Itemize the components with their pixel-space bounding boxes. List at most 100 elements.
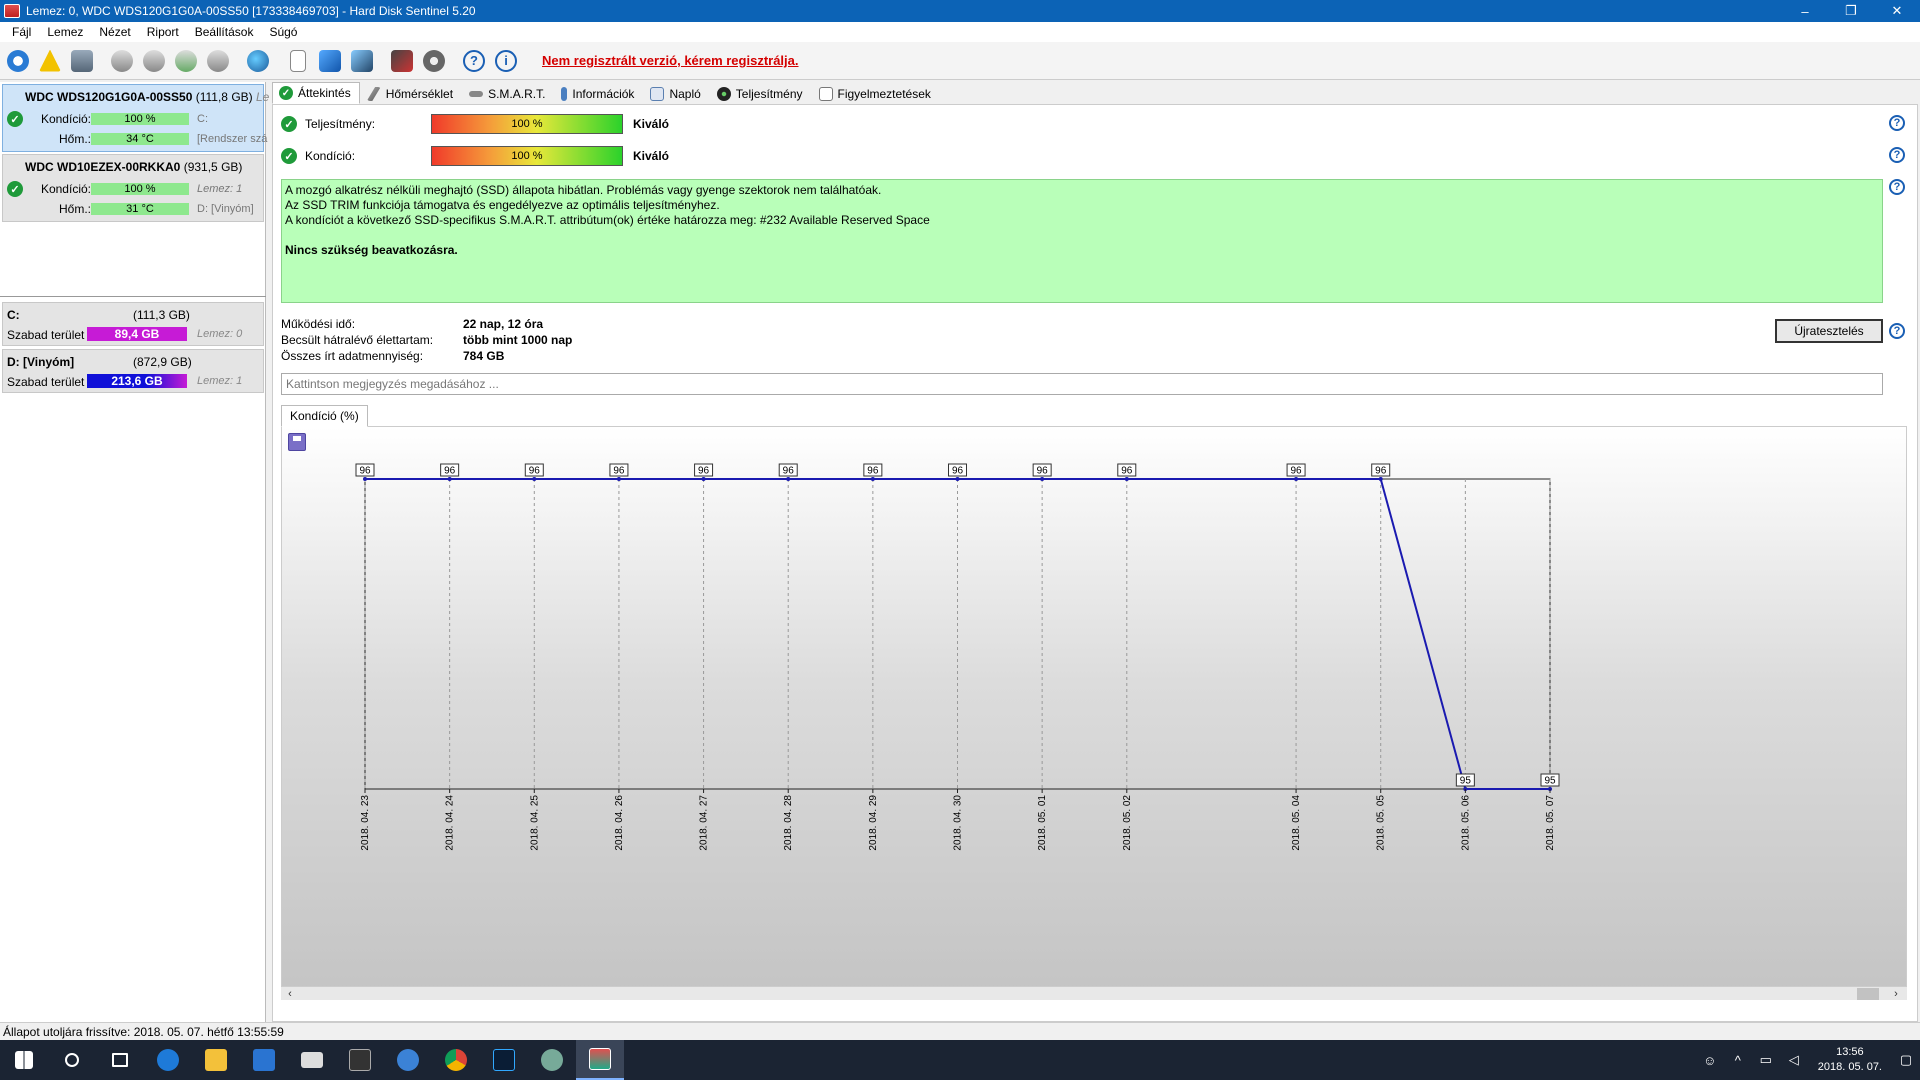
check-icon: ✓ [281,116,297,132]
x-tick-label: 2018. 04. 30 [953,795,964,851]
status-action: Nincs szükség beavatkozásra. [285,243,458,257]
temp-bar: 31 °C [91,203,189,215]
settings-button[interactable] [420,47,448,75]
volume-icon[interactable]: ◁ [1783,1052,1805,1068]
document-button[interactable] [284,47,312,75]
tab-log[interactable]: Napló [643,84,709,104]
performance-label: Teljesítmény: [305,117,376,131]
performance-row: ✓ Teljesítmény: 100 % Kiváló [281,113,669,135]
free-space-label: Szabad terület [7,328,85,342]
close-button[interactable]: ✕ [1874,0,1920,22]
taskbar-store[interactable] [240,1040,288,1080]
task-view-button[interactable] [96,1040,144,1080]
volume-capacity: (872,9 GB) [133,355,192,369]
menu-file[interactable]: Fájl [4,25,39,39]
data-point [870,477,875,481]
condition-label: Kondíció: [305,149,356,163]
network-button[interactable] [348,47,376,75]
chevron-up-icon[interactable]: ^ [1727,1053,1749,1068]
log-icon [650,87,665,101]
written-value: 784 GB [463,349,505,363]
disk-tool-button-1[interactable] [108,47,136,75]
minimize-button[interactable]: – [1782,0,1828,22]
disk-tool-button-3[interactable] [172,47,200,75]
report-button[interactable] [68,47,96,75]
taskbar-qbittorrent[interactable] [384,1040,432,1080]
taskbar-edge[interactable] [144,1040,192,1080]
x-tick-label: 2018. 05. 06 [1460,795,1471,851]
refresh-button[interactable] [4,47,32,75]
disk-list-pane: WDC WDS120G1G0A-00SS50 (111,8 GB) Le ✓ K… [0,82,269,1022]
free-space-bar: 213,6 GB [87,374,187,388]
people-icon[interactable]: ☺ [1699,1053,1721,1068]
about-button[interactable]: i [492,47,520,75]
disk-card-1[interactable]: WDC WD10EZEX-00RKKA0 (931,5 GB) ✓ Kondíc… [2,154,264,222]
unregistered-link[interactable]: Nem regisztrált verzió, kérem regisztrál… [542,53,799,68]
taskbar-mail[interactable] [288,1040,336,1080]
notification-icon[interactable]: ▢ [1895,1052,1917,1068]
menu-view[interactable]: Nézet [91,25,138,39]
search-button[interactable] [48,1040,96,1080]
chart-scrollbar[interactable]: ‹ › [281,986,1907,1000]
overview-panel: ✓ Teljesítmény: 100 % Kiváló ✓ Kondíció:… [272,104,1918,1022]
condition-rating: Kiváló [633,149,670,163]
app-icon [4,4,20,18]
menu-report[interactable]: Riport [139,25,187,39]
help-button[interactable]: ? [460,47,488,75]
disk-index: Lemez: 1 [197,183,243,195]
disk-wrench-icon [207,49,229,72]
retest-button[interactable]: Újratesztelés [1775,319,1883,343]
menu-help[interactable]: Súgó [261,25,305,39]
written-label: Összes írt adatmennyiség: [281,349,424,363]
check-icon: ✓ [7,181,23,197]
status-line: A kondíciót a következő SSD-specifikus S… [285,213,930,227]
data-point [532,477,537,481]
search-icon [65,1053,79,1067]
disk-surface-icon [143,49,165,72]
restore-button[interactable]: ❐ [1828,0,1874,22]
menu-settings[interactable]: Beállítások [187,25,262,39]
status-help-icon[interactable]: ? [1889,179,1905,195]
disk-tool-button-2[interactable] [140,47,168,75]
alert-button[interactable] [36,47,64,75]
data-point [447,477,452,481]
taskbar-hdsentinel[interactable] [576,1040,624,1080]
taskbar-photoshop[interactable] [480,1040,528,1080]
condition-help-icon[interactable]: ? [1889,147,1905,163]
start-button[interactable] [0,1040,48,1080]
scroll-left-icon[interactable]: ‹ [283,987,297,1001]
volume-card-d[interactable]: D: [Vinyóm] (872,9 GB) Szabad terület 21… [2,349,264,393]
performance-button[interactable] [388,47,416,75]
tab-condition-chart[interactable]: Kondíció (%) [281,405,368,427]
tab-alerts[interactable]: Figyelmeztetések [812,84,940,104]
tab-overview[interactable]: ✓ Áttekintés [272,82,360,104]
scroll-thumb[interactable] [1857,988,1879,1000]
disk-ok-icon [175,49,197,72]
web-button[interactable] [244,47,272,75]
note-input[interactable]: Kattintson megjegyzés megadásához ... [281,373,1883,395]
scroll-right-icon[interactable]: › [1889,987,1903,1001]
taskbar-explorer[interactable] [192,1040,240,1080]
retest-help-icon[interactable]: ? [1889,323,1905,339]
tab-smart[interactable]: S.M.A.R.T. [462,84,554,104]
disk-card-0[interactable]: WDC WDS120G1G0A-00SS50 (111,8 GB) Le ✓ K… [2,84,269,152]
title-bar: Lemez: 0, WDC WDS120G1G0A-00SS50 [173338… [0,0,1920,22]
taskbar-chrome[interactable] [432,1040,480,1080]
network-icon[interactable]: ▭ [1755,1052,1777,1068]
taskbar-app[interactable] [528,1040,576,1080]
sync-button[interactable] [316,47,344,75]
toolbar: ? i Nem regisztrált verzió, kérem regisz… [0,42,1920,80]
tab-performance[interactable]: Teljesítmény [710,84,812,104]
x-tick-label: 2018. 04. 28 [783,795,794,851]
clock[interactable]: 13:56 2018. 05. 07. [1818,1045,1882,1075]
tab-temperature[interactable]: Hőmérséklet [360,84,462,104]
volume-card-c[interactable]: C: (111,3 GB) Szabad terület 89,4 GB Lem… [2,302,264,346]
info-icon: i [495,49,517,72]
status-bar: Állapot utoljára frissítve: 2018. 05. 07… [0,1022,1920,1040]
menu-disk[interactable]: Lemez [39,25,91,39]
condition-row: ✓ Kondíció: 100 % Kiváló [281,145,669,167]
taskbar-video[interactable] [336,1040,384,1080]
tab-information[interactable]: Információk [554,84,643,104]
performance-help-icon[interactable]: ? [1889,115,1905,131]
disk-tool-button-4[interactable] [204,47,232,75]
